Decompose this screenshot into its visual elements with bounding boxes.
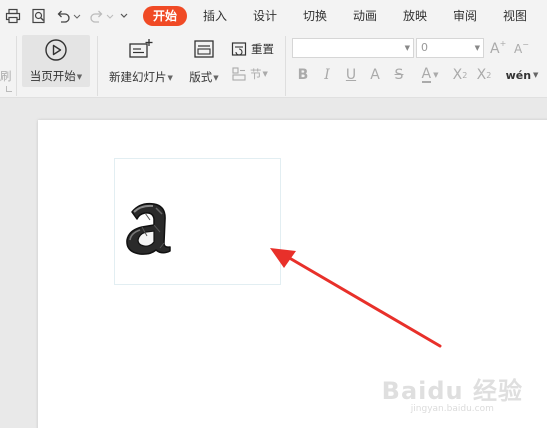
baidu-watermark: Baidu 经验 jingyan.baidu.com xyxy=(382,371,523,414)
watermark-main: Baidu 经验 xyxy=(381,377,523,405)
annotation-arrow xyxy=(270,248,442,348)
